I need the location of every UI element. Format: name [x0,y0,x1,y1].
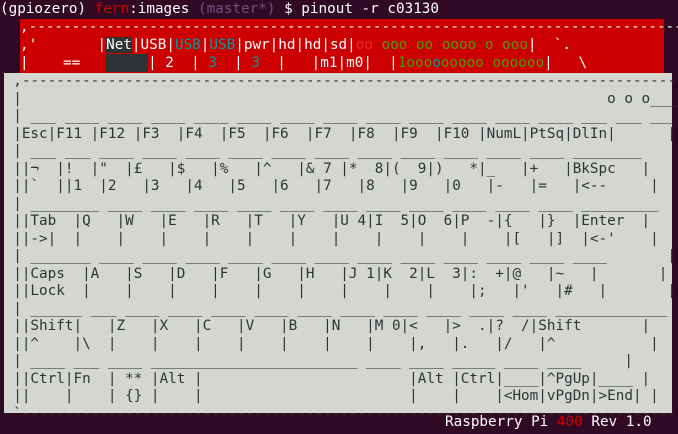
virtualenv-label: (gpiozero) [0,1,87,17]
keyboard-row: ||Lock | | | | | | | | | |; |' |# | | | [0,283,678,299]
port-usb-3: USB [209,37,236,53]
keyboard-row: ||` ||1 |2 |3 |4 |5 |6 |7 |8 |9 |0 |- |=… [0,178,678,194]
board-top-edge: ,---------------------------------------… [20,19,678,35]
keyboard-row: | ________ ____ ____ ____ ____ ____ ____… [0,195,678,212]
gpio-pins-bottom: ooooo oooooo [440,55,545,71]
command-prompt-line: (gpiozero) fern:images (master*) $ pinou… [0,1,440,17]
keyboard-row: ,---------------------------------------… [0,73,678,89]
keyboard-row: ||Shift| |Z |X |C |V |B |N |M 0|< |> .|?… [0,318,678,334]
port-usb-1-count: 2 [165,55,174,71]
port-usb-2-count: 3 [208,55,217,71]
keyboard-row: ||Ctrl|Fn | ** |Alt | |Alt |Ctrl|____|^P… [0,370,651,387]
keyboard-row: | _______ ____ ____ ____ ____ ____ ____ … [0,248,678,264]
model-line: Raspberry Pi 400 Rev 1.0 [0,413,652,431]
keyboard-row: ||^ |\ | | | | | | | |, |. |/ |^ | | [0,335,678,352]
keyboard-row: ||Caps |A |S |D |F |G |H |J 1|K 2|L 3|: … [0,265,678,282]
board-ports-row-2: | == | 2 | 3 | 3 | |m1|m0| |1ooooooooo o… [20,54,588,72]
port-hd-2: hd [304,37,322,53]
keyboard-row: ||->| | | | | | | | | | | |[ |] |<-' | | [0,230,678,247]
model-revision: Rev 1.0 [591,414,652,430]
port-pwr: pwr [243,37,270,53]
keyboard-row: | ____ ___ ____ ________________________… [0,353,633,369]
git-branch: (master*) [198,1,276,17]
gpio-pins-top-a: oo [355,37,373,53]
command-text: pinout -r c03130 [301,1,440,17]
port-sd: sd [329,37,348,53]
board-ports-row: ,' |Net|USB|USB|USB|pwr|hd|hd|sd|oo ooo … [20,37,571,53]
keyboard-row: | o o o____ | [0,90,678,107]
keyboard-row: |Esc|F11 |F12 |F3 |F4 |F5 |F6 |F7 |F8 |F… [0,125,676,142]
port-hd-1: hd [278,37,296,53]
gpio-pins-top-b: ooo oo oooo o ooo [381,37,528,53]
prompt-user: fern [94,1,130,17]
model-number: 400 [556,414,583,430]
port-usb-3-count: 3 [251,55,260,71]
keyboard-row: | ______ ___ ____ ____ ____ ____ ____ __… [0,300,678,317]
keyboard-row: ||Tab |Q |W |E |R |T |Y |U 4|I 5|O 6|P -… [0,213,678,229]
model-name: Raspberry Pi [445,414,549,430]
keyboard-row: | ___ ___ ____ ____ ____ ____ ____ ____ … [0,143,678,159]
port-m0: m0 [346,55,364,71]
keyboard-row: || | | {} | | | | |<Hom|vPgDn|>End| | [0,388,659,404]
port-m1: m1 [320,55,338,71]
port-net: Net [106,37,132,53]
keyboard-row: ||¬ |! |" |£ |$ |% |^ |& 7 |* 8|( 9|) *|… [0,160,678,177]
terminal-window[interactable]: (gpiozero) fern:images (master*) $ pinou… [0,0,678,434]
keyboard-row: | ___ ____ ____ ____ ____ ____ ____ ____… [0,108,678,124]
prompt-host: images [137,1,190,17]
port-usb-1: USB [140,37,167,53]
prompt-symbol: $ [284,1,293,17]
port-usb-2: USB [174,37,201,53]
